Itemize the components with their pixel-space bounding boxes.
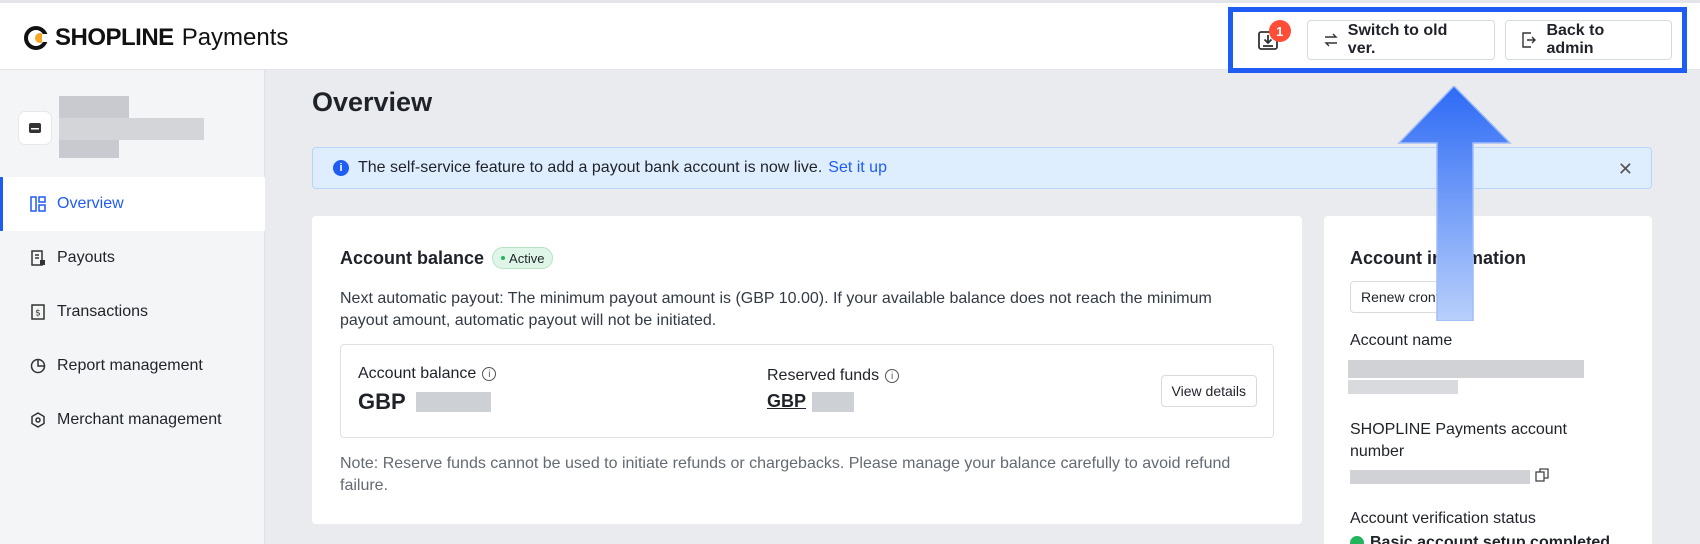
banner-text: The self-service feature to add a payout… (358, 159, 823, 176)
logo-mark-icon (24, 26, 51, 50)
sidebar-item-report-management[interactable]: Report management (0, 339, 265, 393)
balance-summary-box: Account balance i GBP Reserved funds i G… (340, 344, 1274, 438)
sidebar-nav: Overview Payouts $ Transactions Report m… (0, 177, 265, 447)
balance-card-title-text: Account balance (340, 247, 485, 268)
verification-status-value: Basic account setup completed (1350, 534, 1610, 544)
view-details-button[interactable]: View details (1160, 375, 1257, 407)
overview-icon (29, 195, 47, 213)
copy-icon[interactable] (1535, 468, 1549, 482)
brand-name: SHOPLINE (55, 24, 174, 51)
sidebar-item-overview[interactable]: Overview (0, 177, 265, 231)
store-icon (19, 112, 51, 144)
verification-status-label: Account verification status (1350, 510, 1536, 527)
report-icon (29, 357, 47, 375)
account-name-label: Account name (1350, 332, 1453, 349)
back-to-admin-button[interactable]: Back to admin (1505, 20, 1672, 60)
status-badge-label: Active (509, 250, 545, 266)
svg-text:$: $ (35, 309, 41, 319)
account-balance-column: Account balance i GBP (358, 365, 497, 415)
header-actions-highlight: 1 Switch to old ver. Back to admin (1228, 7, 1687, 73)
account-number-label: SHOPLINE Payments account number (1350, 421, 1567, 460)
sidebar-item-label: Merchant management (57, 411, 222, 428)
close-icon[interactable]: ✕ (1618, 159, 1633, 180)
account-balance-card: Account balance Active Next automatic pa… (312, 216, 1302, 524)
reserved-currency: GBP (767, 391, 807, 411)
notification-badge: 1 (1268, 20, 1291, 42)
account-name-redacted-2 (1348, 380, 1458, 394)
account-name-redacted (1348, 360, 1584, 378)
balance-amount-redacted (415, 392, 491, 412)
exit-icon (1522, 32, 1537, 48)
set-it-up-link[interactable]: Set it up (828, 159, 887, 177)
verification-status-text: Basic account setup completed (1370, 534, 1611, 544)
reserved-funds-column: Reserved funds i GBP (767, 367, 900, 412)
product-name: Payments (181, 24, 289, 51)
switch-old-version-button[interactable]: Switch to old ver. (1306, 20, 1496, 60)
merchant-icon (29, 411, 47, 429)
sidebar-item-label: Payouts (57, 249, 115, 266)
info-circle-icon[interactable]: i (482, 367, 497, 381)
info-icon: i (333, 160, 349, 176)
shopline-logo[interactable]: SHOPLINE Payments (23, 23, 288, 53)
top-header: SHOPLINE Payments 1 Switch to old ver. B… (0, 0, 1700, 73)
switch-old-version-label: Switch to old ver. (1347, 22, 1448, 57)
status-badge: Active (492, 247, 554, 269)
account-balance-label: Account balance i (358, 365, 497, 383)
sidebar-item-label: Transactions (57, 303, 148, 320)
reserved-funds-value[interactable]: GBP (767, 391, 899, 412)
status-dot-icon (501, 256, 506, 260)
payouts-icon (29, 249, 47, 267)
reserved-amount-redacted (812, 391, 855, 412)
sidebar-item-payouts[interactable]: Payouts (0, 231, 265, 285)
sidebar: Overview Payouts $ Transactions Report m… (0, 70, 265, 544)
store-switcher[interactable] (19, 96, 209, 162)
back-to-admin-label: Back to admin (1546, 22, 1605, 57)
reserve-note: Note: Reserve funds cannot be used to in… (340, 455, 1231, 494)
account-number-redacted (1350, 470, 1530, 484)
success-dot-icon (1350, 536, 1364, 544)
reserved-funds-label: Reserved funds i (767, 367, 900, 385)
info-circle-icon[interactable]: i (885, 369, 900, 383)
payout-description: Next automatic payout: The minimum payou… (340, 290, 1212, 329)
balance-currency: GBP (358, 389, 406, 414)
reserved-funds-label-text: Reserved funds (767, 367, 880, 384)
sidebar-item-label: Overview (57, 195, 124, 212)
sidebar-item-transactions[interactable]: $ Transactions (0, 285, 265, 339)
balance-card-title: Account balance Active (340, 247, 554, 269)
sidebar-item-merchant-management[interactable]: Merchant management (0, 393, 265, 447)
account-balance-value: GBP (358, 389, 496, 415)
annotation-arrow-icon (1397, 86, 1512, 321)
download-center-button[interactable]: 1 (1251, 20, 1291, 57)
transactions-icon: $ (29, 303, 47, 321)
switch-icon (1324, 33, 1338, 47)
page-title: Overview (312, 87, 433, 117)
account-balance-label-text: Account balance (358, 365, 477, 382)
sidebar-item-label: Report management (57, 357, 203, 374)
store-name-redacted (59, 96, 209, 162)
